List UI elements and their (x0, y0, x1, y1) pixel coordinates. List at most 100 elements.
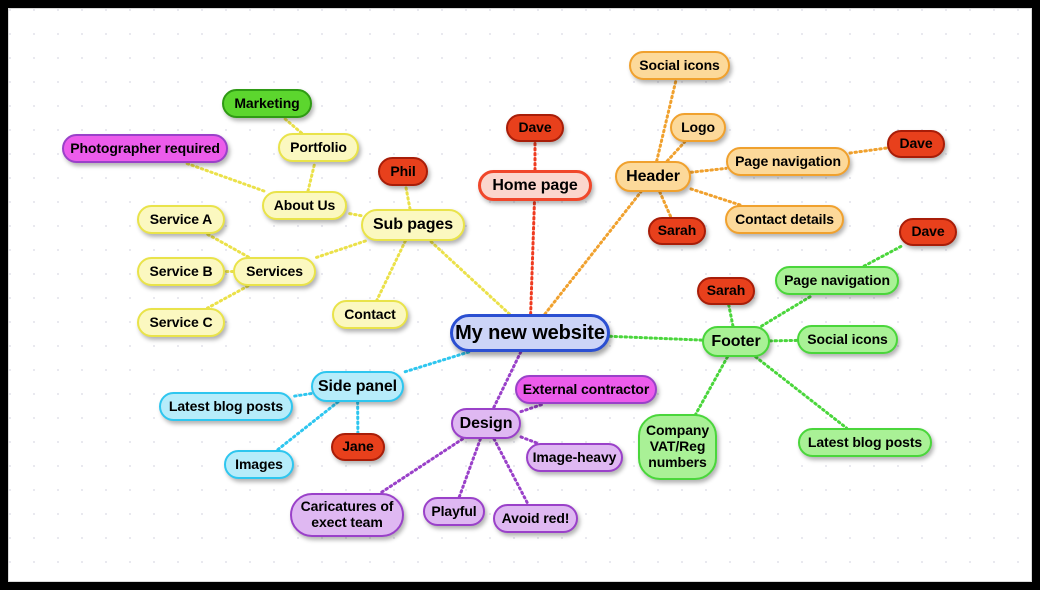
connector-header-to-contact-details (689, 187, 742, 207)
mindmap-node-latest-blog-f[interactable]: Latest blog posts (798, 428, 932, 457)
mindmap-node-page-navigation-h[interactable]: Page navigation (726, 147, 850, 176)
node-label: Sarah (657, 222, 697, 239)
connector-side-panel-to-latest-blog-s (291, 392, 313, 398)
mindmap-node-latest-blog-s[interactable]: Latest blog posts (159, 392, 293, 421)
node-label: My new website (455, 321, 605, 344)
mindmap-node-header[interactable]: Header (615, 161, 691, 192)
node-label: External contractor (522, 380, 650, 397)
node-label: Footer (711, 332, 761, 350)
node-label: Playful (431, 502, 477, 519)
node-label: Portfolio (290, 138, 347, 155)
mindmap-node-footer[interactable]: Footer (702, 326, 770, 357)
node-label: Contact (344, 305, 396, 322)
connector-about-us-to-portfolio (306, 160, 317, 193)
mindmap-node-design[interactable]: Design (451, 408, 521, 439)
node-label: Logo (681, 118, 715, 135)
node-label: Latest blog posts (807, 433, 923, 450)
connector-footer-to-sarah-footer (727, 303, 735, 328)
node-label: Contact details (735, 210, 834, 227)
mindmap-node-photographer[interactable]: Photographer required (62, 134, 228, 163)
mindmap-window: My new website Sub pages About Us Portfolio… (8, 8, 1032, 582)
node-label: Service C (149, 313, 213, 330)
node-label: Social icons (807, 330, 888, 347)
connector-center-to-header (543, 190, 643, 316)
mindmap-node-service-c[interactable]: Service C (137, 308, 225, 337)
node-label: Home page (492, 176, 578, 194)
connector-page-navigation-f-to-dave-footer (862, 244, 904, 268)
mindmap-node-service-b[interactable]: Service B (137, 257, 225, 286)
connector-design-to-image-heavy (519, 435, 539, 445)
connector-design-to-caricatures (378, 437, 464, 495)
node-label: Services (246, 262, 303, 279)
connector-page-navigation-h-to-dave-header (848, 146, 889, 155)
connector-center-to-design (492, 350, 523, 410)
mindmap-node-social-icons-h[interactable]: Social icons (629, 51, 730, 80)
mindmap-canvas[interactable]: My new website Sub pages About Us Portfolio… (9, 9, 1031, 581)
connector-subpages-to-about-us (345, 211, 363, 218)
connector-header-to-sarah-header (658, 190, 673, 219)
mindmap-node-dave-home[interactable]: Dave (506, 114, 564, 142)
node-label: Dave (899, 135, 933, 152)
connector-center-to-subpages (428, 239, 511, 316)
mindmap-node-jane[interactable]: Jane (331, 433, 385, 461)
connector-subpages-to-phil (404, 184, 412, 211)
node-label: Company VAT/Reg numbers (645, 422, 710, 470)
mindmap-node-page-navigation-f[interactable]: Page navigation (775, 266, 899, 295)
node-label: Social icons (639, 56, 720, 73)
connector-about-us-to-photographer (184, 161, 266, 193)
mindmap-node-contact-details[interactable]: Contact details (725, 205, 844, 234)
mindmap-node-services[interactable]: Services (233, 257, 316, 286)
connector-services-to-service-a (205, 232, 250, 259)
node-label: Avoid red! (501, 509, 570, 526)
node-label: Service A (149, 210, 213, 227)
node-label: Sarah (706, 282, 746, 299)
mindmap-node-sarah-header[interactable]: Sarah (648, 217, 706, 245)
node-label: Dave (911, 223, 945, 240)
connector-portfolio-to-marketing (282, 116, 304, 135)
node-label: Side panel (317, 377, 398, 395)
connector-design-to-avoid-red (492, 437, 530, 506)
mindmap-node-caricatures[interactable]: Caricatures of exect team (290, 493, 404, 537)
mindmap-node-about-us[interactable]: About Us (262, 191, 347, 220)
mindmap-node-sarah-footer[interactable]: Sarah (697, 277, 755, 305)
node-label: Header (626, 167, 680, 185)
mindmap-node-phil[interactable]: Phil (378, 157, 428, 186)
mindmap-node-side-panel[interactable]: Side panel (311, 371, 404, 402)
mindmap-node-avoid-red[interactable]: Avoid red! (493, 504, 578, 533)
connector-subpages-to-contact (375, 239, 407, 302)
connector-center-to-side-panel (402, 350, 471, 374)
node-label: Design (459, 414, 513, 432)
node-label: Caricatures of exect team (300, 498, 394, 530)
connector-design-to-playful (457, 437, 482, 499)
mindmap-node-home-page[interactable]: Home page (478, 170, 592, 201)
mindmap-node-image-heavy[interactable]: Image-heavy (526, 443, 623, 472)
node-label: Jane (342, 438, 374, 455)
mindmap-node-images[interactable]: Images (224, 450, 294, 479)
mindmap-node-playful[interactable]: Playful (423, 497, 485, 526)
mindmap-node-logo[interactable]: Logo (670, 113, 726, 142)
mindmap-node-company-vat[interactable]: Company VAT/Reg numbers (638, 414, 717, 480)
connector-subpages-to-services (314, 239, 367, 260)
node-label: Page navigation (735, 152, 841, 169)
node-label: Image-heavy (532, 448, 617, 465)
connector-header-to-logo (665, 140, 687, 163)
mindmap-node-service-a[interactable]: Service A (137, 205, 225, 234)
connector-services-to-service-c (206, 284, 250, 310)
node-label: About Us (273, 196, 336, 213)
connector-design-to-external-contract (519, 402, 545, 414)
connector-center-to-footer (608, 334, 704, 342)
mindmap-node-external-contract[interactable]: External contractor (515, 375, 657, 404)
mindmap-node-dave-footer[interactable]: Dave (899, 218, 957, 246)
mindmap-node-portfolio[interactable]: Portfolio (278, 133, 359, 162)
mindmap-node-center[interactable]: My new website (450, 314, 610, 352)
mindmap-node-dave-header[interactable]: Dave (887, 130, 945, 158)
mindmap-node-social-icons-f[interactable]: Social icons (797, 325, 898, 354)
mindmap-node-subpages[interactable]: Sub pages (361, 209, 465, 241)
connector-footer-to-page-navigation-f (760, 293, 815, 328)
node-label: Service B (149, 262, 213, 279)
node-label: Dave (518, 119, 552, 136)
connector-header-to-page-navigation-h (689, 166, 728, 174)
connector-footer-to-latest-blog-f (754, 355, 848, 430)
mindmap-node-marketing[interactable]: Marketing (222, 89, 312, 118)
mindmap-node-contact[interactable]: Contact (332, 300, 408, 329)
